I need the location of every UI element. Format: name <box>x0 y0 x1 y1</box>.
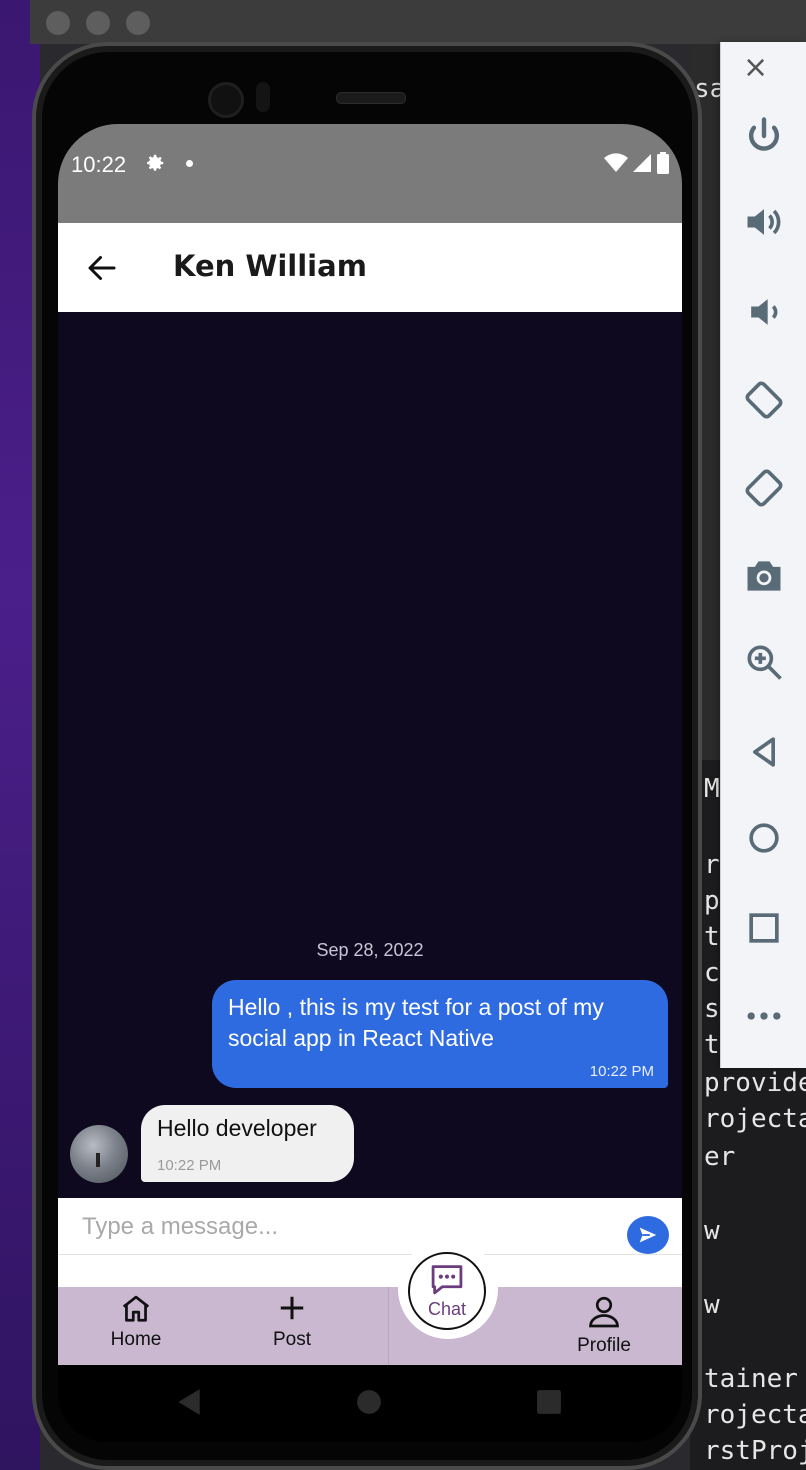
power-icon[interactable] <box>721 106 806 166</box>
rotate-left-icon[interactable] <box>721 370 806 430</box>
settings-gear-icon <box>147 154 164 171</box>
tab-divider <box>388 1287 389 1365</box>
volume-down-icon[interactable] <box>721 282 806 342</box>
profile-icon <box>589 1296 619 1328</box>
status-bar: 10:22 <box>58 124 682 223</box>
terminal-line: rojecta <box>704 1104 806 1134</box>
terminal-char: s <box>704 994 720 1024</box>
proximity-sensor <box>256 82 270 112</box>
avatar[interactable] <box>70 1125 128 1183</box>
message-input[interactable] <box>80 1206 604 1248</box>
camera-icon[interactable] <box>721 546 806 606</box>
terminal-char: r <box>704 850 720 880</box>
nav-back-icon[interactable] <box>176 1387 202 1417</box>
terminal-char: c <box>704 958 720 988</box>
tab-label: Home <box>110 1329 162 1350</box>
terminal-char: t <box>704 922 720 952</box>
composer-spacer <box>58 1255 682 1287</box>
notification-dot <box>186 160 193 167</box>
window-minimize-dot[interactable] <box>86 11 110 35</box>
terminal-line: provider <box>704 1068 806 1098</box>
incoming-message[interactable]: Hello developer 10:22 PM <box>141 1105 354 1182</box>
send-icon <box>639 1227 657 1243</box>
home-icon <box>122 1295 150 1322</box>
message-text: Hello , this is my test for a post of my… <box>228 994 604 1051</box>
message-composer <box>58 1198 682 1255</box>
overview-square-icon[interactable] <box>721 898 806 958</box>
cell-signal-icon <box>633 154 651 172</box>
terminal-char: p <box>704 886 720 916</box>
back-arrow-icon[interactable] <box>84 250 120 286</box>
more-icon[interactable] <box>721 986 806 1046</box>
message-time: 10:22 PM <box>589 1063 654 1080</box>
battery-icon <box>657 152 669 174</box>
message-text: Hello developer <box>157 1115 317 1141</box>
plus-icon <box>280 1296 304 1320</box>
terminal-char: t <box>704 1030 720 1060</box>
rotate-right-icon[interactable] <box>721 458 806 518</box>
wifi-icon <box>604 153 628 172</box>
volume-up-icon[interactable] <box>721 192 806 252</box>
tab-post[interactable]: Post <box>247 1293 337 1351</box>
nav-overview-icon[interactable] <box>536 1387 562 1417</box>
phone-screen: 10:22 Ken William Sep 28, 2022 Hello , t… <box>58 124 682 1442</box>
message-time: 10:22 PM <box>157 1157 222 1174</box>
chat-header: Ken William <box>58 223 682 312</box>
zoom-icon[interactable] <box>721 632 806 692</box>
terminal-line: w <box>704 1290 720 1320</box>
terminal-line: rojecta <box>704 1400 806 1430</box>
tab-chat[interactable]: Chat <box>408 1252 486 1330</box>
chat-bubble-icon <box>431 1265 463 1295</box>
date-separator: Sep 28, 2022 <box>316 940 424 960</box>
system-nav-bar <box>58 1365 682 1442</box>
tab-home[interactable]: Home <box>91 1293 181 1351</box>
tab-profile[interactable]: Profile <box>559 1293 649 1357</box>
tab-label: Profile <box>577 1335 631 1356</box>
page-title: Ken William <box>173 249 367 283</box>
emulator-toolbar: × <box>720 42 806 1068</box>
send-button[interactable] <box>627 1216 669 1254</box>
tab-label: Post <box>272 1329 312 1350</box>
back-triangle-icon[interactable] <box>721 722 806 782</box>
terminal-char: M <box>704 774 720 804</box>
nav-home-icon[interactable] <box>356 1387 382 1417</box>
window-zoom-dot[interactable] <box>126 11 150 35</box>
terminal-line: tainer <box>704 1364 798 1394</box>
terminal-line: er <box>704 1142 736 1172</box>
close-icon[interactable]: × <box>743 50 768 85</box>
window-titlebar <box>30 0 806 44</box>
terminal-line: w <box>704 1216 720 1246</box>
message-list[interactable]: Sep 28, 2022 Hello , this is my test for… <box>58 312 682 1198</box>
earpiece-speaker <box>336 92 406 104</box>
terminal-line: rstProje <box>704 1436 806 1466</box>
window-close-dot[interactable] <box>46 11 70 35</box>
tab-label: Chat <box>427 1299 467 1319</box>
bottom-tab-bar: Home Post Profile <box>58 1287 682 1365</box>
outgoing-message[interactable]: Hello , this is my test for a post of my… <box>212 980 668 1088</box>
front-camera <box>208 82 244 118</box>
status-icons <box>604 152 670 174</box>
home-circle-icon[interactable] <box>721 808 806 868</box>
status-time: 10:22 <box>71 152 127 177</box>
